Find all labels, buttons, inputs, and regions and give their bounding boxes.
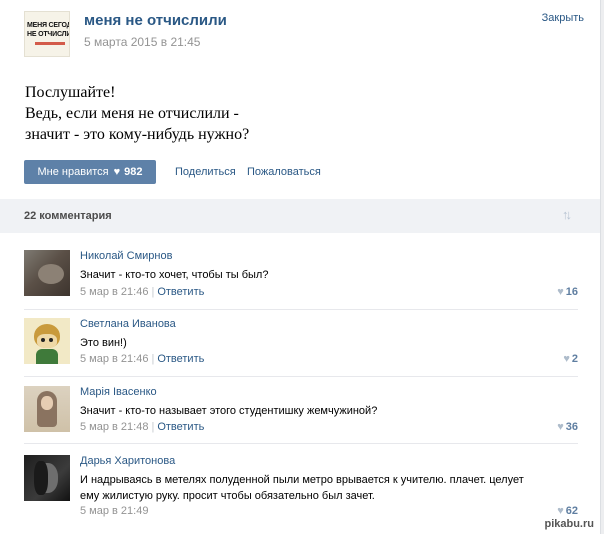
post-text: Послушайте! Ведь, если меня не отчислили… (25, 82, 565, 145)
comment-like-count: 16 (565, 286, 578, 298)
comment-time[interactable]: 5 мар в 21:49 (80, 505, 148, 517)
comment-author[interactable]: Николай Смирнов (80, 250, 172, 262)
close-link[interactable]: Закрыть (542, 12, 584, 24)
comment-like-button[interactable]: ♥ 36 (557, 421, 578, 433)
group-name-link[interactable]: меня не отчислили (84, 12, 227, 29)
heart-icon: ♥ (557, 286, 564, 298)
like-button[interactable]: Мне нравится ♥ 982 (24, 160, 156, 184)
comment-divider (24, 309, 578, 310)
comment-meta: 5 мар в 21:49 (80, 505, 148, 517)
reply-link[interactable]: Ответить (157, 286, 204, 298)
heart-icon: ♥ (563, 353, 570, 365)
heart-icon: ♥ (113, 165, 121, 178)
like-button-label: Мне нравится (37, 166, 109, 178)
commenter-avatar[interactable] (24, 455, 70, 501)
post-date[interactable]: 5 марта 2015 в 21:45 (84, 35, 200, 49)
comment-item: Марія Івасенко Значит - кто-то называет … (0, 380, 600, 448)
comment-time[interactable]: 5 мар в 21:48 (80, 421, 148, 433)
comment-author[interactable]: Марія Івасенко (80, 386, 157, 398)
comment-like-button[interactable]: ♥ 2 (563, 353, 578, 365)
watermark: pikabu.ru (544, 518, 594, 530)
comment-item: Дарья Харитонова И надрываясь в метелях … (0, 449, 600, 517)
reply-link[interactable]: Ответить (157, 353, 204, 365)
share-link[interactable]: Поделиться (175, 166, 236, 178)
comment-meta: 5 мар в 21:48 | Ответить (80, 421, 205, 433)
post-text-line: значит - это кому-нибудь нужно? (25, 126, 250, 143)
comment-like-count: 2 (571, 353, 578, 365)
avatar-strip (35, 42, 65, 45)
comment-divider (24, 376, 578, 377)
comment-text: Значит - кто-то хочет, чтобы ты был? (80, 269, 269, 281)
post-header: МЕНЯ СЕГОДНЯ НЕ ОТЧИСЛИЛИ меня не отчисл… (0, 0, 600, 64)
comment-text: И надрываясь в метелях полуденной пыли м… (80, 474, 524, 502)
comment-like-count: 62 (565, 505, 578, 517)
comments-count: 22 комментария (24, 210, 112, 222)
heart-icon: ♥ (557, 505, 564, 517)
commenter-avatar[interactable] (24, 318, 70, 364)
comment-item: Николай Смирнов Значит - кто-то хочет, ч… (0, 244, 600, 312)
comment-text: Это вин!) (80, 337, 127, 349)
wall-post: МЕНЯ СЕГОДНЯ НЕ ОТЧИСЛИЛИ меня не отчисл… (0, 0, 601, 534)
comment-time[interactable]: 5 мар в 21:46 (80, 286, 148, 298)
comment-divider (24, 443, 578, 444)
like-count: 982 (124, 166, 143, 178)
avatar-text-line2: НЕ ОТЧИСЛИЛИ (27, 31, 69, 38)
comments-header: 22 комментария ↑↓ (0, 199, 600, 233)
comment-like-count: 36 (565, 421, 578, 433)
post-text-line: Послушайте! (25, 84, 116, 101)
comment-item: Светлана Иванова Это вин!) 5 мар в 21:46… (0, 312, 600, 380)
reply-link[interactable]: Ответить (157, 421, 204, 433)
comment-text: Значит - кто-то называет этого студентиш… (80, 405, 378, 417)
comment-meta: 5 мар в 21:46 | Ответить (80, 286, 205, 298)
sort-arrows-icon[interactable]: ↑↓ (562, 207, 572, 222)
comment-like-button[interactable]: ♥ 62 (557, 505, 578, 517)
comment-author[interactable]: Дарья Харитонова (80, 455, 175, 467)
report-link[interactable]: Пожаловаться (247, 166, 321, 178)
post-text-line: Ведь, если меня не отчислили - (25, 105, 239, 122)
comment-like-button[interactable]: ♥ 16 (557, 286, 578, 298)
commenter-avatar[interactable] (24, 250, 70, 296)
commenter-avatar[interactable] (24, 386, 70, 432)
comment-time[interactable]: 5 мар в 21:46 (80, 353, 148, 365)
comment-meta: 5 мар в 21:46 | Ответить (80, 353, 205, 365)
group-avatar[interactable]: МЕНЯ СЕГОДНЯ НЕ ОТЧИСЛИЛИ (24, 11, 70, 57)
avatar-text-line1: МЕНЯ СЕГОДНЯ (27, 22, 69, 29)
comment-author[interactable]: Светлана Иванова (80, 318, 176, 330)
heart-icon: ♥ (557, 421, 564, 433)
